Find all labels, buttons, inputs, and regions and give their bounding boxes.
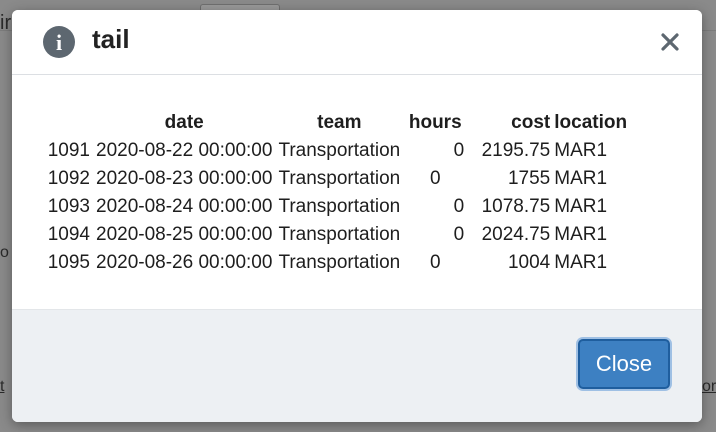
cell-date: 2020-08-26 00:00:00 xyxy=(96,252,273,273)
cell-location: MAR1 xyxy=(554,196,608,217)
row-index: 1093 xyxy=(47,196,90,217)
cell-location: MAR1 xyxy=(554,140,608,161)
table-row: 1094 2020-08-25 00:00:00 Transportation … xyxy=(42,221,627,249)
cell-date: 2020-08-22 00:00:00 xyxy=(96,140,273,161)
dialog-footer: Close xyxy=(12,309,702,422)
cell-hours: 0 xyxy=(453,140,465,161)
close-icon[interactable] xyxy=(658,30,682,54)
background-text-fragment: ir xyxy=(0,12,12,34)
column-header-index xyxy=(42,109,90,137)
column-header-location: location xyxy=(554,112,628,133)
cell-location: MAR1 xyxy=(554,224,608,245)
tail-table: date team hours cost location 1091 2020-… xyxy=(42,109,627,277)
table-header-row: date team hours cost location xyxy=(42,109,627,137)
cell-hours: 0 xyxy=(429,168,441,189)
dialog-header: i tail xyxy=(12,10,702,75)
cell-date: 2020-08-25 00:00:00 xyxy=(96,224,273,245)
background-link-fragment: or xyxy=(702,378,716,395)
table-row: 1095 2020-08-26 00:00:00 Transportation … xyxy=(42,249,627,277)
cell-team: Transportation xyxy=(278,196,401,217)
column-header-team: team xyxy=(317,112,362,133)
background-text-fragment: o xyxy=(0,244,9,261)
row-index: 1091 xyxy=(47,140,90,161)
column-header-date: date xyxy=(164,112,204,133)
dialog-title: tail xyxy=(92,24,130,54)
cell-cost: 1004 xyxy=(507,252,551,273)
dialog-body: date team hours cost location 1091 2020-… xyxy=(12,75,702,309)
cell-cost: 1078.75 xyxy=(481,196,551,217)
cell-location: MAR1 xyxy=(554,168,608,189)
info-icon: i xyxy=(43,26,75,58)
cell-location: MAR1 xyxy=(554,252,608,273)
svg-text:i: i xyxy=(56,30,62,55)
cell-hours: 0 xyxy=(453,196,465,217)
column-header-cost: cost xyxy=(511,112,551,133)
close-button[interactable]: Close xyxy=(578,339,670,389)
background-link-fragment: t xyxy=(0,378,5,395)
cell-date: 2020-08-24 00:00:00 xyxy=(96,196,273,217)
cell-team: Transportation xyxy=(278,252,401,273)
table-row: 1093 2020-08-24 00:00:00 Transportation … xyxy=(42,193,627,221)
table-row: 1092 2020-08-23 00:00:00 Transportation … xyxy=(42,165,627,193)
row-index: 1095 xyxy=(47,252,90,273)
cell-team: Transportation xyxy=(278,140,401,161)
column-header-hours: hours xyxy=(408,112,462,133)
cell-cost: 2024.75 xyxy=(481,224,551,245)
cell-team: Transportation xyxy=(278,168,401,189)
cell-hours: 0 xyxy=(429,252,441,273)
cell-team: Transportation xyxy=(278,224,401,245)
tail-dialog: i tail date team hours cost location 109… xyxy=(12,10,702,422)
cell-cost: 1755 xyxy=(507,168,551,189)
cell-hours: 0 xyxy=(453,224,465,245)
cell-date: 2020-08-23 00:00:00 xyxy=(96,168,273,189)
table-row: 1091 2020-08-22 00:00:00 Transportation … xyxy=(42,137,627,165)
cell-cost: 2195.75 xyxy=(481,140,551,161)
row-index: 1092 xyxy=(47,168,90,189)
row-index: 1094 xyxy=(47,224,90,245)
